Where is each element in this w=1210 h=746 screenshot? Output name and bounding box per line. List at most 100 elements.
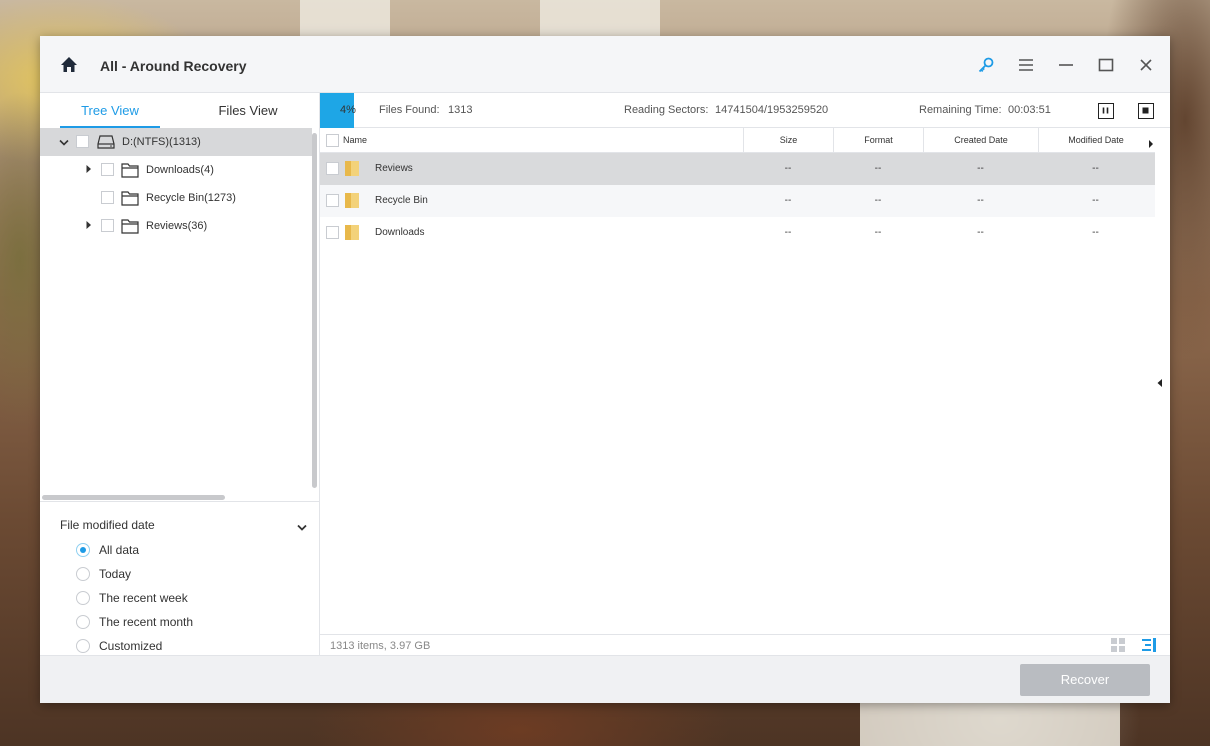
- chevron-down-icon[interactable]: [59, 138, 69, 150]
- folder-icon: [345, 161, 359, 176]
- tree-item-downloads[interactable]: Downloads(4): [40, 156, 312, 184]
- chevron-right-icon[interactable]: [85, 220, 95, 232]
- radio-button[interactable]: [76, 567, 90, 581]
- table-row[interactable]: Downloads -- -- -- --: [320, 217, 1155, 249]
- maximize-icon[interactable]: [1097, 56, 1115, 74]
- filter-option-label: The recent month: [99, 615, 194, 629]
- files-found-value: 1313: [448, 104, 473, 116]
- drive-icon: [97, 134, 115, 150]
- row-created-date: --: [977, 163, 984, 174]
- view-tabs: Tree View Files View: [40, 93, 320, 128]
- close-icon[interactable]: [1137, 56, 1155, 74]
- row-checkbox[interactable]: [326, 194, 339, 207]
- folder-outline-icon: [121, 162, 139, 178]
- tree-horizontal-scrollbar[interactable]: [42, 495, 225, 500]
- items-summary: 1313 items, 3.97 GB: [330, 640, 431, 652]
- recover-button[interactable]: Recover: [1020, 664, 1150, 696]
- scan-status-bar: 4% Files Found: 1313 Reading Sectors: 14…: [320, 93, 1170, 128]
- folder-outline-icon: [121, 190, 139, 206]
- column-header-format[interactable]: Format: [833, 128, 923, 153]
- tree-checkbox[interactable]: [101, 219, 114, 232]
- row-size: --: [784, 163, 792, 174]
- row-name: Reviews: [375, 163, 413, 174]
- tree-item-label: Reviews(36): [146, 220, 208, 232]
- reading-sectors-value: 14741504/1953259520: [715, 104, 829, 116]
- key-icon[interactable]: [977, 56, 995, 74]
- collapse-panel-icon[interactable]: [1156, 375, 1164, 387]
- folder-outline-icon: [121, 218, 139, 234]
- remaining-time-value: 00:03:51: [1008, 104, 1051, 116]
- column-scroll-right-icon[interactable]: [1148, 136, 1154, 148]
- row-checkbox[interactable]: [326, 226, 339, 239]
- row-created-date: --: [977, 227, 984, 238]
- radio-button[interactable]: [76, 615, 90, 629]
- remaining-time-label: Remaining Time:: [919, 104, 1002, 116]
- filter-option-label: The recent week: [99, 591, 188, 605]
- pause-button[interactable]: [1098, 103, 1114, 119]
- title-bar: All - Around Recovery: [40, 36, 1170, 93]
- column-header-created-date[interactable]: Created Date: [923, 128, 1038, 153]
- progress-percent: 4%: [340, 104, 356, 116]
- tab-files-view[interactable]: Files View: [198, 93, 298, 128]
- folder-icon: [345, 193, 359, 208]
- home-icon[interactable]: [60, 56, 78, 74]
- menu-icon[interactable]: [1017, 56, 1035, 74]
- row-format: --: [874, 195, 882, 206]
- chevron-right-icon[interactable]: [85, 164, 95, 176]
- tab-tree-view[interactable]: Tree View: [60, 93, 160, 128]
- radio-button[interactable]: [76, 591, 90, 605]
- column-header-modified-date[interactable]: Modified Date: [1038, 128, 1153, 153]
- minimize-icon[interactable]: [1057, 56, 1075, 74]
- grid-view-icon[interactable]: [1111, 638, 1125, 652]
- action-bar: Recover: [40, 655, 1170, 703]
- files-found-label: Files Found:: [379, 104, 440, 116]
- background-decoration: [540, 0, 660, 36]
- tree-item-label: Downloads(4): [146, 164, 214, 176]
- app-window: All - Around Recovery Tree View Files Vi…: [40, 36, 1170, 703]
- table-row[interactable]: Recycle Bin -- -- -- --: [320, 185, 1155, 217]
- window-title: All - Around Recovery: [100, 58, 247, 74]
- filter-option-label: All data: [99, 543, 140, 557]
- row-modified-date: --: [1092, 195, 1099, 206]
- radio-button[interactable]: [76, 543, 90, 557]
- select-all-checkbox[interactable]: [326, 134, 339, 147]
- tree-item-drive[interactable]: D:(NTFS)(1313): [40, 128, 312, 156]
- tree-vertical-scrollbar[interactable]: [312, 133, 317, 488]
- row-created-date: --: [977, 195, 984, 206]
- row-name: Downloads: [375, 227, 425, 238]
- stop-button[interactable]: [1138, 103, 1154, 119]
- tree-checkbox[interactable]: [76, 135, 89, 148]
- tree-checkbox[interactable]: [101, 191, 114, 204]
- table-header: Name Size Format Created Date Modified D…: [320, 128, 1155, 153]
- folder-tree: D:(NTFS)(1313) Downloads(4) Recycle Bin(…: [40, 128, 312, 498]
- row-format: --: [874, 163, 882, 174]
- filter-title: File modified date: [60, 518, 155, 532]
- filter-option-label: Customized: [99, 639, 163, 653]
- background-decoration: [860, 703, 1120, 746]
- column-header-name[interactable]: Name: [343, 128, 743, 153]
- row-modified-date: --: [1092, 227, 1099, 238]
- reading-sectors-label: Reading Sectors:: [624, 104, 709, 116]
- date-filter-panel: File modified date All data Today The re…: [40, 501, 320, 655]
- background-decoration: [300, 0, 390, 36]
- tree-item-reviews[interactable]: Reviews(36): [40, 212, 312, 240]
- row-name: Recycle Bin: [375, 195, 428, 206]
- tree-item-recycle-bin[interactable]: Recycle Bin(1273): [40, 184, 312, 212]
- chevron-down-icon[interactable]: [297, 519, 307, 531]
- tree-item-label: Recycle Bin(1273): [146, 192, 236, 204]
- table-row[interactable]: Reviews -- -- -- --: [320, 153, 1155, 185]
- items-summary-bar: 1313 items, 3.97 GB: [320, 634, 1170, 655]
- row-checkbox[interactable]: [326, 162, 339, 175]
- row-modified-date: --: [1092, 163, 1099, 174]
- tree-checkbox[interactable]: [101, 163, 114, 176]
- folder-icon: [345, 225, 359, 240]
- file-table: Name Size Format Created Date Modified D…: [320, 128, 1155, 636]
- radio-button[interactable]: [76, 639, 90, 653]
- filter-option-label: Today: [99, 567, 132, 581]
- row-size: --: [784, 195, 792, 206]
- list-view-icon[interactable]: [1142, 638, 1156, 652]
- left-panel: Tree View Files View D:(NTFS)(1313) Down…: [40, 93, 320, 655]
- row-size: --: [784, 227, 792, 238]
- column-header-size[interactable]: Size: [743, 128, 833, 153]
- tree-item-label: D:(NTFS)(1313): [122, 136, 201, 148]
